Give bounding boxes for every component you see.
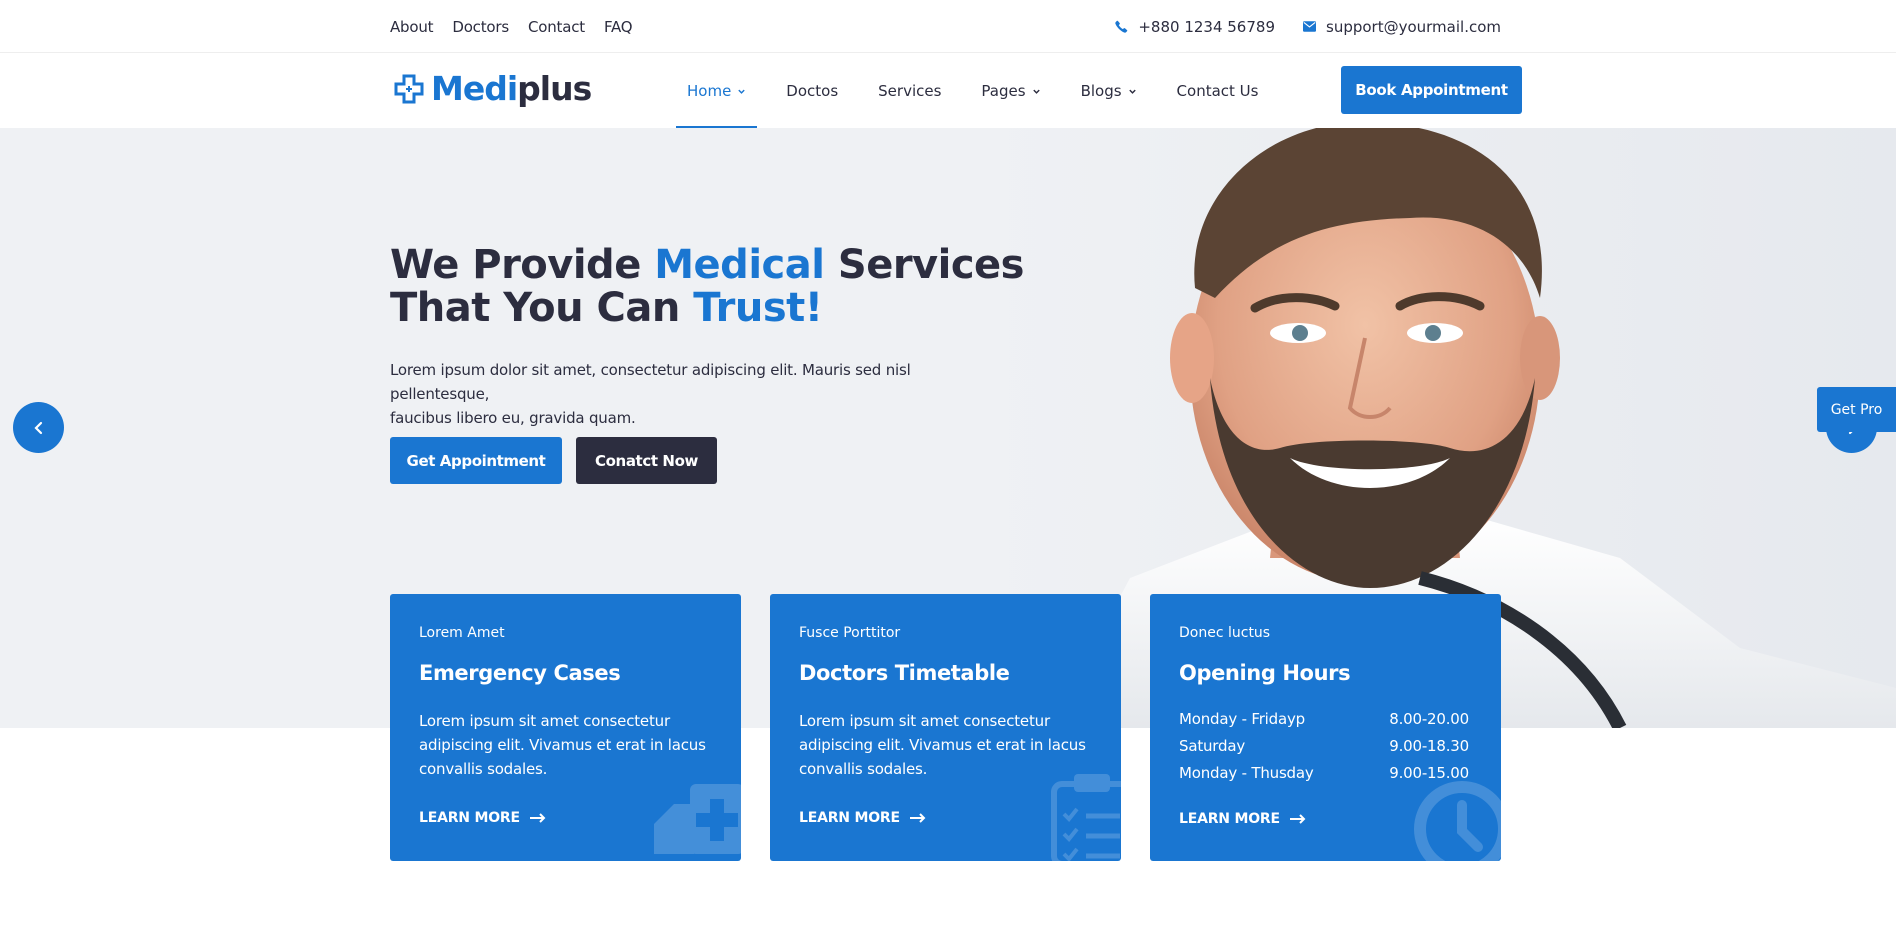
learn-more-link[interactable]: LEARN MORE [799, 810, 926, 826]
phone-info[interactable]: +880 1234 56789 [1115, 18, 1275, 36]
card-title: Doctors Timetable [799, 661, 1010, 685]
logo[interactable]: Mediplus [393, 69, 592, 108]
top-link-faq[interactable]: FAQ [604, 18, 633, 36]
card-opening-hours: Donec luctus Opening Hours Monday - Frid… [1150, 594, 1501, 861]
main-header: Mediplus Home Doctos Services Pages Blog… [0, 54, 1896, 129]
learn-more-link[interactable]: LEARN MORE [419, 810, 546, 826]
contact-now-button[interactable]: Conatct Now [576, 437, 717, 484]
clipboard-icon [1051, 774, 1121, 861]
top-bar: About Doctors Contact FAQ +880 1234 5678… [0, 0, 1896, 53]
long-arrow-right-icon [909, 813, 926, 823]
chevron-down-icon [1032, 89, 1040, 94]
hero-description: Lorem ipsum dolor sit amet, consectetur … [390, 361, 911, 427]
card-subtitle: Donec luctus [1179, 625, 1271, 641]
get-appointment-button[interactable]: Get Appointment [390, 437, 562, 484]
top-contact: +880 1234 56789 support@yourmail.com [1115, 0, 1501, 53]
opening-hours-list: Monday - Fridayp 8.00-20.00 Saturday 9.0… [1179, 706, 1469, 787]
phone-number: +880 1234 56789 [1138, 17, 1275, 36]
card-description: Lorem ipsum sit amet consectetur adipisc… [799, 712, 1086, 778]
chevron-down-icon [738, 89, 746, 94]
hours-row: Saturday 9.00-18.30 [1179, 737, 1469, 755]
nav-item-doctos[interactable]: Doctos [775, 54, 849, 128]
arrow-left-icon [33, 421, 42, 434]
book-appointment-button[interactable]: Book Appointment [1341, 66, 1522, 114]
get-pro-button[interactable]: Get Pro [1817, 387, 1896, 432]
card-emergency-cases: Lorem Amet Emergency Cases Lorem ipsum s… [390, 594, 741, 861]
email-info[interactable]: support@yourmail.com [1303, 18, 1501, 36]
card-subtitle: Fusce Porttitor [799, 625, 901, 641]
logo-text: Mediplus [431, 69, 592, 108]
ambulance-icon [654, 784, 741, 854]
nav-item-home[interactable]: Home [676, 54, 758, 129]
card-title: Opening Hours [1179, 661, 1351, 685]
medical-cross-logo-icon [394, 74, 424, 103]
hero-title: We Provide Medical Services That You Can… [390, 242, 1024, 331]
top-link-about[interactable]: About [390, 18, 434, 36]
main-nav: Home Doctos Services Pages Blogs Contact… [676, 54, 1287, 129]
clock-icon [1414, 781, 1501, 861]
top-links: About Doctors Contact FAQ [390, 0, 633, 53]
slider-prev-button[interactable] [13, 402, 64, 453]
card-title: Emergency Cases [419, 661, 621, 685]
nav-item-blogs[interactable]: Blogs [1070, 54, 1148, 128]
hours-row: Monday - Fridayp 8.00-20.00 [1179, 710, 1469, 728]
nav-item-services[interactable]: Services [867, 54, 952, 128]
top-link-contact[interactable]: Contact [528, 18, 585, 36]
long-arrow-right-icon [1289, 814, 1306, 824]
chevron-down-icon [1128, 89, 1136, 94]
card-subtitle: Lorem Amet [419, 625, 505, 641]
learn-more-link[interactable]: LEARN MORE [1179, 811, 1306, 827]
nav-item-contact-us[interactable]: Contact Us [1166, 54, 1270, 128]
email-address: support@yourmail.com [1326, 17, 1501, 36]
phone-icon [1115, 20, 1128, 33]
long-arrow-right-icon [529, 813, 546, 823]
nav-item-pages[interactable]: Pages [970, 54, 1051, 128]
card-description: Lorem ipsum sit amet consectetur adipisc… [419, 712, 706, 778]
mail-icon [1303, 21, 1316, 32]
top-link-doctors[interactable]: Doctors [452, 18, 509, 36]
card-doctors-timetable: Fusce Porttitor Doctors Timetable Lorem … [770, 594, 1121, 861]
